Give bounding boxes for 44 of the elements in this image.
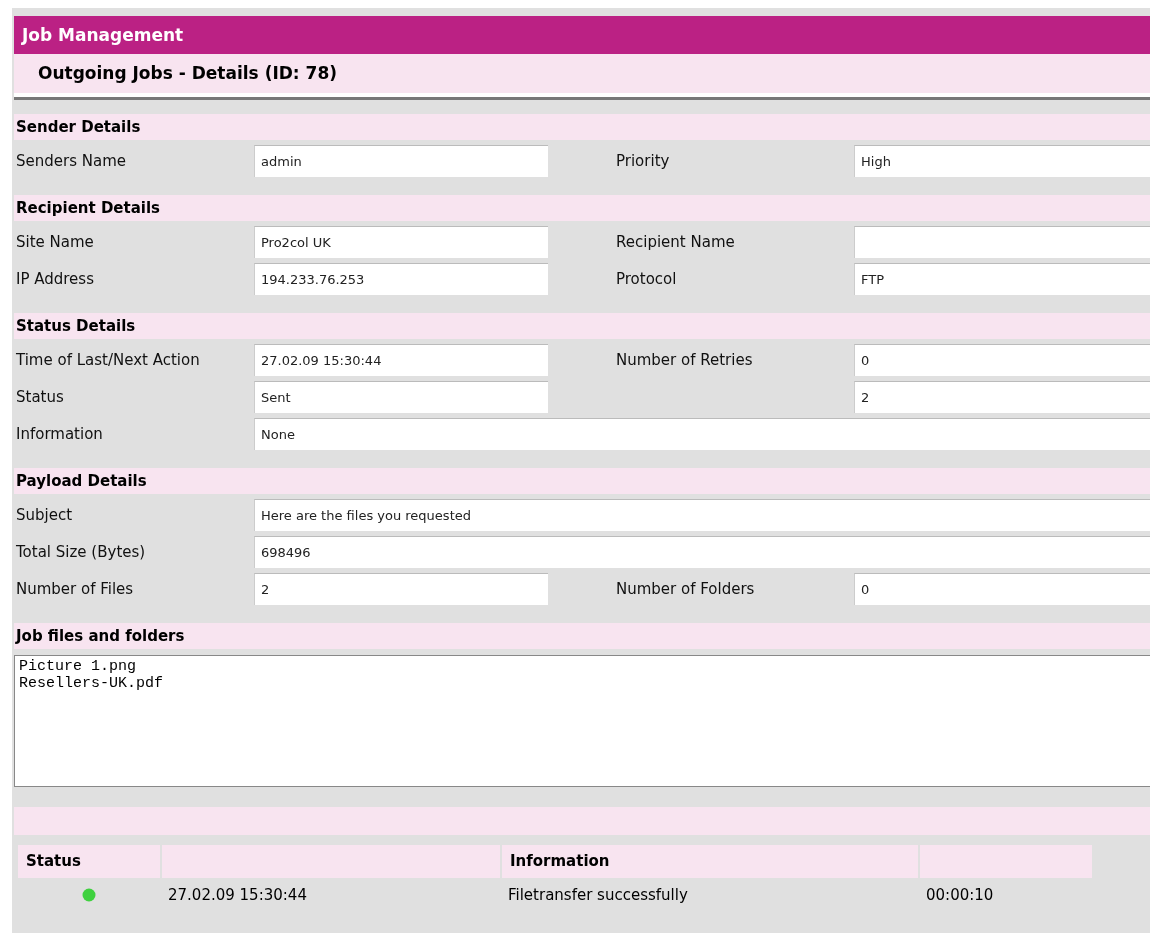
section-heading: Sender Details [14,114,1150,140]
field-label: Status [15,388,65,406]
field-label: Time of Last/Next Action [15,351,201,369]
field-label: Information [15,425,104,443]
text-field[interactable]: 2 [254,573,548,605]
page-subtitle: Outgoing Jobs - Details (ID: 78) [14,54,1150,97]
table-cell-text: Filetransfer successfully [507,885,689,906]
text-field[interactable]: 0 [854,344,1150,376]
field-label: Total Size (Bytes) [15,543,147,561]
section-heading: Job files and folders [14,623,1150,649]
text-field[interactable]: Here are the files you requested [254,499,1150,531]
text-field[interactable]: 2 [854,381,1150,413]
field-label: Site Name [15,233,95,251]
field-label: IP Address [15,270,95,288]
file-name: Picture 1.png [19,658,138,675]
text-field[interactable]: 0 [854,573,1150,605]
section-heading: Status Details [14,313,1150,339]
field-label: Protocol [615,270,678,288]
field-label: Recipient Name [615,233,736,251]
text-field[interactable]: None [254,418,1150,450]
text-field[interactable]: 194.233.76.253 [254,263,548,295]
column-header: Information [502,845,918,878]
text-field[interactable]: FTP [854,263,1150,295]
text-field[interactable] [854,226,1150,258]
files-field[interactable]: Picture 1.png Resellers-UK.pdf [14,655,1150,787]
section-heading: Recipient Details [14,195,1150,221]
table-cell-text: 27.02.09 15:30:44 [167,885,308,906]
text-field[interactable]: 27.02.09 15:30:44 [254,344,548,376]
field-label: Priority [615,152,671,170]
text-field[interactable]: admin [254,145,548,177]
field-label: Number of Retries [615,351,754,369]
column-header: Status [18,845,160,878]
field-label: Number of Folders [615,580,756,598]
text-field[interactable]: High [854,145,1150,177]
text-field[interactable]: Sent [254,381,548,413]
text-field[interactable]: 698496 [254,536,1150,568]
field-label: Subject [15,506,74,524]
page-title: Job Management [14,16,1150,54]
field-label: Senders Name [15,152,127,170]
file-name: Resellers-UK.pdf [19,675,165,692]
text-field[interactable]: Pro2col UK [254,226,548,258]
section-heading: Payload Details [14,468,1150,494]
table-cell-text: 00:00:10 [925,885,995,906]
field-label: Number of Files [15,580,135,598]
